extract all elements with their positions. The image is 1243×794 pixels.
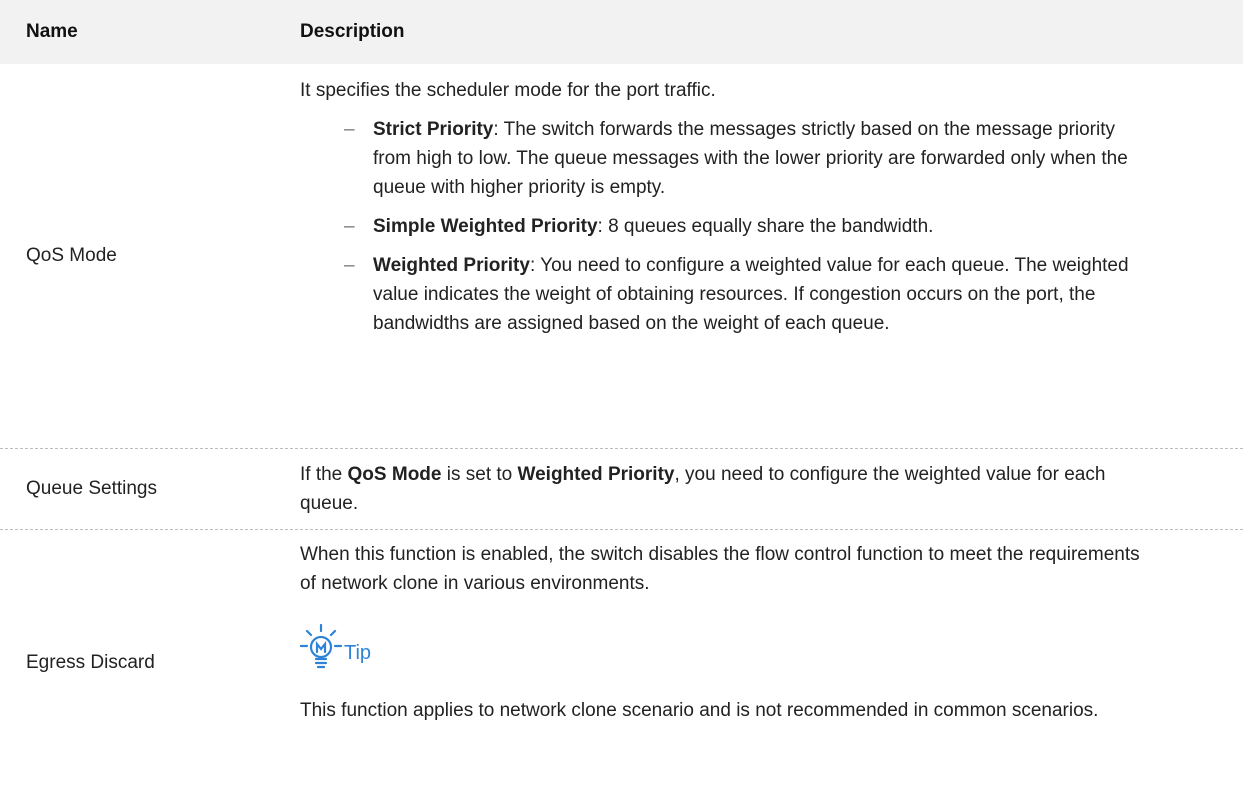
- term-strict-priority: Strict Priority: [373, 119, 494, 140]
- lightbulb-icon: [300, 624, 342, 669]
- table-row-queue-settings: Queue Settings If the QoS Mode is set to…: [0, 449, 1243, 530]
- row-description-qos-mode: It specifies the scheduler mode for the …: [300, 76, 1143, 338]
- tip-label: Tip: [344, 642, 372, 664]
- tip-callout: Tip: [300, 624, 1143, 670]
- dash-marker: –: [344, 216, 355, 237]
- dash-marker: –: [344, 255, 355, 276]
- qos-mode-intro: It specifies the scheduler mode for the …: [300, 80, 716, 101]
- list-item-simple-weighted-priority: – Simple Weighted Priority: 8 queues equ…: [300, 212, 1143, 241]
- header-description: Description: [300, 21, 405, 42]
- row-name-queue-settings: Queue Settings: [26, 478, 157, 499]
- table-row-qos-mode: QoS Mode It specifies the scheduler mode…: [0, 64, 1243, 449]
- list-item-weighted-priority: – Weighted Priority: You need to configu…: [300, 251, 1143, 338]
- row-name-egress-discard: Egress Discard: [26, 652, 155, 673]
- egress-intro: When this function is enabled, the switc…: [300, 544, 1140, 594]
- dash-marker: –: [344, 119, 355, 140]
- header-name: Name: [26, 21, 78, 42]
- queue-text-part-2: is set to: [441, 464, 518, 485]
- table-row-egress-discard: Egress Discard When this function is ena…: [0, 530, 1243, 794]
- term-simple-weighted-priority: Simple Weighted Priority: [373, 216, 598, 237]
- queue-text-part-1: If the: [300, 464, 348, 485]
- list-item-strict-priority: – Strict Priority: The switch forwards t…: [300, 115, 1143, 202]
- row-name-qos-mode: QoS Mode: [26, 245, 117, 266]
- row-description-egress-discard: When this function is enabled, the switc…: [300, 540, 1143, 725]
- queue-term-weighted-priority: Weighted Priority: [517, 464, 675, 485]
- text-simple-weighted-priority: : 8 queues equally share the bandwidth.: [597, 216, 934, 237]
- table-header-row: Name Description: [0, 0, 1243, 64]
- parameter-table: Name Description QoS Mode It specifies t…: [0, 0, 1243, 794]
- queue-term-qos-mode: QoS Mode: [347, 464, 442, 485]
- term-weighted-priority: Weighted Priority: [373, 255, 530, 276]
- tip-text: This function applies to network clone s…: [300, 700, 1099, 721]
- row-description-queue-settings: If the QoS Mode is set to Weighted Prior…: [300, 460, 1143, 518]
